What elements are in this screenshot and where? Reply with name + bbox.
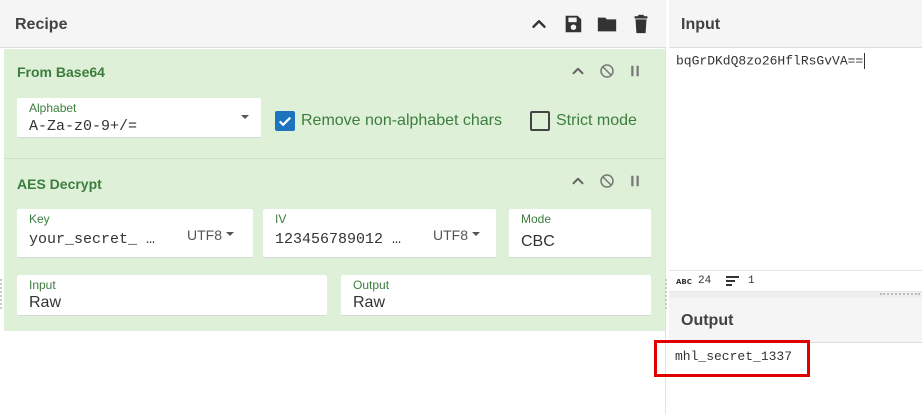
mode-value: CBC (521, 233, 555, 250)
alphabet-value: A-Za-z0-9+/= (29, 118, 138, 135)
operation-from-base64: From Base64 Alphabet A-Za-z0-9+/= Remove… (4, 49, 665, 159)
output-format-label: Output (353, 278, 390, 292)
chevron-down-icon (472, 232, 480, 236)
checkbox-unchecked-icon (530, 111, 550, 131)
save-icon[interactable] (562, 13, 584, 35)
chevron-down-icon (241, 115, 249, 119)
output-header: Output (669, 298, 922, 343)
key-label: Key (29, 212, 50, 226)
checkbox-checked-icon (275, 111, 295, 131)
chevron-up-icon[interactable] (528, 13, 550, 35)
text-cursor (864, 53, 866, 69)
iv-encoding-select[interactable]: UTF8 (433, 227, 468, 243)
trash-icon[interactable] (630, 13, 652, 35)
key-encoding-select[interactable]: UTF8 (187, 227, 222, 243)
pause-icon[interactable] (626, 62, 644, 80)
input-textarea[interactable]: bqGrDKdQ8zo26HflRsGvVA== (676, 53, 866, 69)
mode-select[interactable]: Mode CBC (509, 209, 651, 258)
input-status-bar: ABC 24 1 (669, 270, 922, 292)
disable-icon[interactable] (598, 172, 616, 190)
operation-title: From Base64 (17, 64, 105, 80)
recipe-header: Recipe (0, 0, 666, 48)
iv-field[interactable]: IV 123456789012 … UTF8 (263, 209, 496, 258)
strict-mode-label: Strict mode (556, 112, 637, 129)
resize-handle[interactable] (665, 279, 668, 309)
folder-icon[interactable] (596, 13, 618, 35)
disable-icon[interactable] (598, 62, 616, 80)
iv-label: IV (275, 212, 287, 226)
resize-grip-icon[interactable] (880, 293, 920, 296)
chevron-up-icon[interactable] (569, 172, 587, 190)
alphabet-label: Alphabet (29, 101, 77, 115)
chevron-up-icon[interactable] (569, 62, 587, 80)
pause-icon[interactable] (626, 172, 644, 190)
svg-text:ABC: ABC (676, 278, 692, 286)
operation-aes-decrypt: AES Decrypt Key your_secret_ … UTF8 IV 1… (4, 159, 665, 331)
remove-nonalpha-checkbox[interactable]: Remove non-alphabet chars (275, 111, 502, 131)
recipe-panel: Recipe From Base64 Alphabet A-Za-z0-9+/= (0, 0, 668, 414)
alphabet-select[interactable]: Alphabet A-Za-z0-9+/= (17, 98, 261, 138)
resize-handle[interactable] (0, 279, 3, 309)
recipe-title: Recipe (15, 16, 68, 33)
input-header: Input (669, 0, 922, 48)
mode-label: Mode (521, 212, 552, 226)
iv-value: 123456789012 … (275, 231, 402, 248)
input-format-label: Input (29, 278, 56, 292)
input-format-select[interactable]: Input Raw (17, 275, 327, 316)
chevron-down-icon (226, 232, 234, 236)
input-format-value: Raw (29, 294, 62, 311)
char-count: ABC 24 (676, 275, 712, 287)
highlight-box (654, 340, 810, 377)
operation-title: AES Decrypt (17, 176, 102, 192)
key-value: your_secret_ … (29, 231, 156, 248)
remove-nonalpha-label: Remove non-alphabet chars (301, 112, 503, 129)
abc-icon: ABC (676, 278, 692, 286)
output-format-select[interactable]: Output Raw (341, 275, 651, 316)
input-title: Input (681, 16, 721, 33)
output-format-value: Raw (353, 294, 386, 311)
strict-mode-checkbox[interactable]: Strict mode (530, 111, 637, 131)
lines-icon (726, 276, 739, 286)
output-title: Output (681, 312, 734, 329)
line-count: 1 (726, 275, 755, 287)
key-field[interactable]: Key your_secret_ … UTF8 (17, 209, 253, 258)
input-value: bqGrDKdQ8zo26HflRsGvVA== (676, 53, 864, 69)
